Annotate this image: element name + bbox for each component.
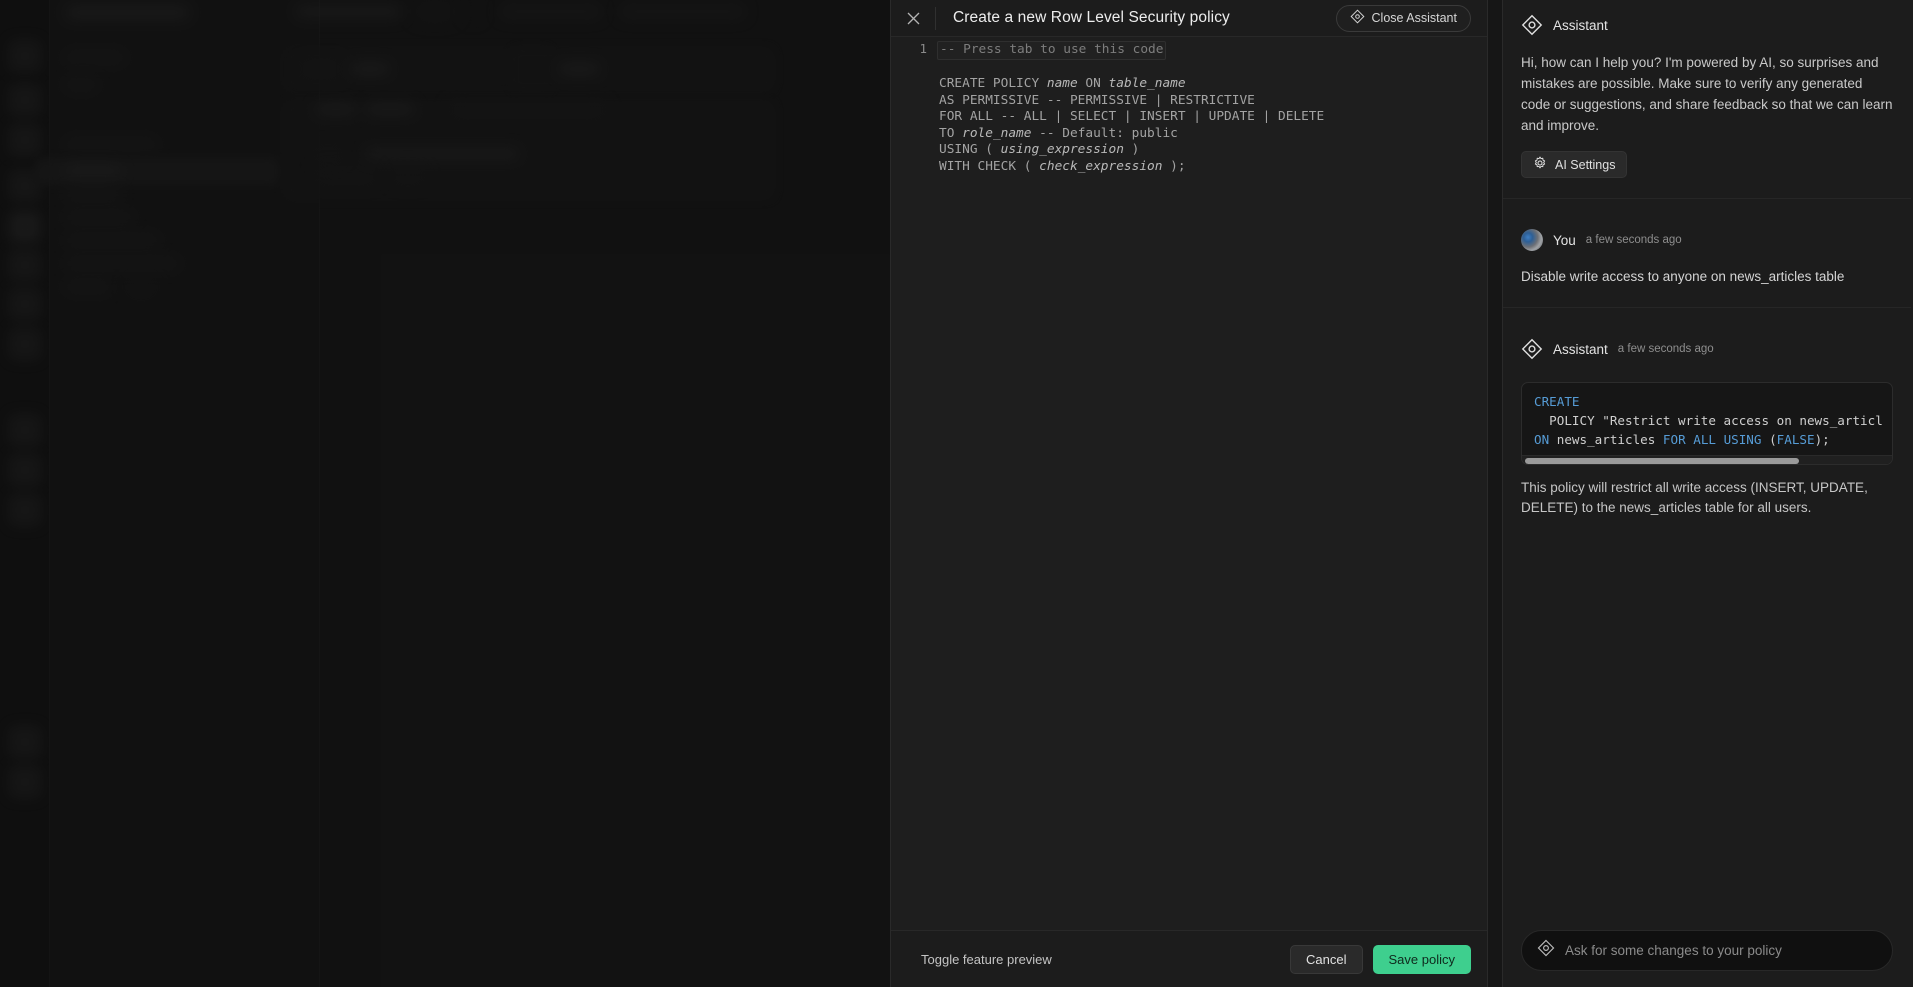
assistant-conversation: Assistant Hi, how can I help you? I'm po…	[1503, 0, 1911, 913]
header-divider	[935, 6, 936, 30]
code-open-paren: (	[1769, 432, 1777, 447]
user-message-text: Disable write access to anyone on news_a…	[1521, 269, 1845, 284]
code-keyword-create: CREATE	[1534, 394, 1580, 409]
user-avatar	[1521, 229, 1543, 251]
close-assistant-button[interactable]: Close Assistant	[1335, 4, 1471, 32]
assistant-diamond-icon	[1521, 14, 1543, 36]
assistant-title: Assistant	[1553, 17, 1608, 33]
gear-icon	[1533, 156, 1547, 173]
code-keyword-on: ON	[1534, 432, 1550, 447]
chat-message-assistant: Assistant a few seconds ago CREATE POLIC…	[1521, 334, 1893, 518]
editor-template-line-6: WITH CHECK ( check_expression );	[939, 158, 1186, 174]
ai-settings-label: AI Settings	[1555, 157, 1616, 172]
editor-template-line-2: AS PERMISSIVE -- PERMISSIVE | RESTRICTIV…	[939, 92, 1255, 108]
assistant-message-header: Assistant a few seconds ago	[1521, 334, 1893, 364]
assistant-diamond-icon	[1350, 9, 1365, 27]
chat-input-placeholder: Ask for some changes to your policy	[1565, 942, 1782, 958]
chat-input-container: Ask for some changes to your policy	[1503, 913, 1911, 987]
policy-editor-panel: Create a new Row Level Security policy C…	[890, 0, 1488, 987]
editor-content[interactable]: -- Press tab to use this code CREATE POL…	[937, 41, 1479, 175]
assistant-message-author: Assistant	[1553, 341, 1608, 357]
editor-line-number: 1	[919, 41, 927, 56]
chat-input[interactable]: Ask for some changes to your policy	[1521, 929, 1893, 971]
close-assistant-label: Close Assistant	[1371, 11, 1457, 25]
message-divider	[1503, 307, 1911, 308]
sql-code-editor[interactable]: 1 -- Press tab to use this code CREATE P…	[891, 37, 1487, 930]
ai-assistant-panel: Assistant Hi, how can I help you? I'm po…	[1502, 0, 1911, 987]
chat-message-user: You a few seconds ago Disable write acce…	[1521, 225, 1893, 287]
assistant-explanation-text: This policy will restrict all write acce…	[1521, 480, 1868, 515]
editor-template-line-5: USING ( using_expression )	[939, 142, 1140, 157]
editor-template-line-1: CREATE POLICY name ON table_name	[939, 76, 1186, 91]
assistant-code-content: CREATE POLICY "Restrict write access on …	[1522, 383, 1892, 455]
cancel-button[interactable]: Cancel	[1290, 944, 1363, 974]
assistant-diamond-icon	[1521, 338, 1543, 360]
assistant-diamond-icon	[1537, 939, 1555, 962]
close-icon[interactable]	[891, 0, 935, 37]
code-line-policy: POLICY "Restrict write access on news_ar…	[1534, 413, 1883, 428]
page-title: Create a new Row Level Security policy	[953, 9, 1230, 26]
code-table-ref: news_articles	[1549, 432, 1663, 447]
assistant-code-block[interactable]: CREATE POLICY "Restrict write access on …	[1521, 382, 1893, 465]
code-line-end: );	[1814, 432, 1830, 447]
code-scrollbar-thumb[interactable]	[1525, 457, 1799, 464]
save-policy-button[interactable]: Save policy	[1372, 944, 1471, 974]
assistant-panel-header: Assistant	[1521, 10, 1893, 40]
toggle-feature-preview-button[interactable]: Toggle feature preview	[921, 952, 1052, 967]
footer-actions: Cancel Save policy	[1290, 944, 1471, 974]
user-message-author: You	[1553, 232, 1576, 248]
editor-ghost-hint: -- Press tab to use this code	[937, 41, 1167, 60]
code-keyword-forallusing: FOR ALL USING	[1662, 432, 1770, 447]
editor-template-line-4: TO role_name -- Default: public	[939, 125, 1178, 141]
editor-template-line-3: FOR ALL -- ALL | SELECT | INSERT | UPDAT…	[939, 109, 1325, 124]
user-message-header: You a few seconds ago	[1521, 225, 1893, 255]
assistant-message-timestamp: a few seconds ago	[1617, 343, 1714, 355]
code-horizontal-scrollbar[interactable]	[1522, 455, 1892, 464]
panel-gap	[1488, 0, 1502, 987]
message-divider	[1503, 198, 1911, 199]
rls-policy-modal: Create a new Row Level Security policy C…	[890, 0, 1913, 987]
modal-footer: Toggle feature preview Cancel Save polic…	[891, 930, 1487, 987]
modal-header: Create a new Row Level Security policy C…	[891, 0, 1487, 37]
code-keyword-false: FALSE	[1776, 432, 1815, 447]
assistant-greeting-text: Hi, how can I help you? I'm powered by A…	[1521, 55, 1893, 133]
ai-settings-button[interactable]: AI Settings	[1521, 151, 1628, 178]
user-message-timestamp: a few seconds ago	[1585, 234, 1682, 246]
